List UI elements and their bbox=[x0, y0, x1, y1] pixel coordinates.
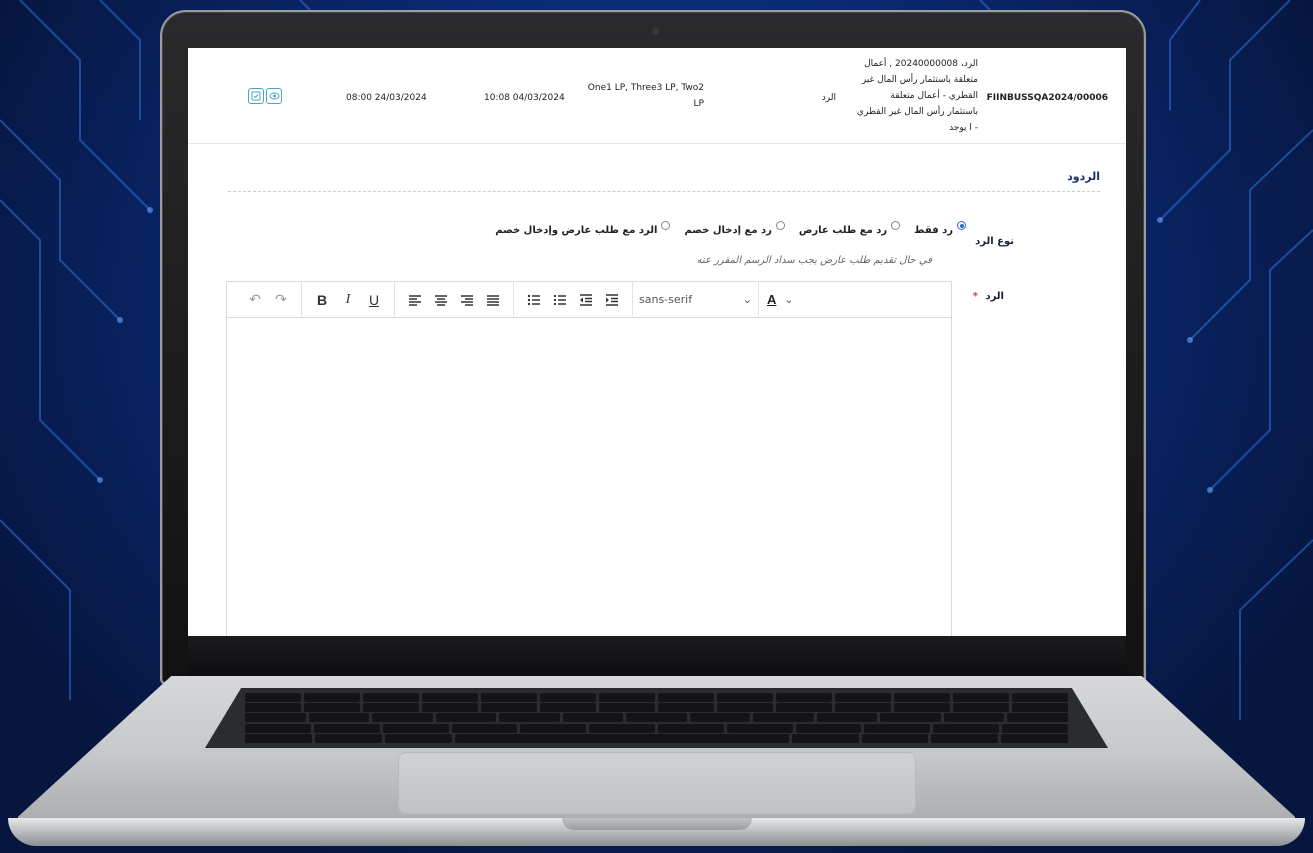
radio-label: رد مع إدخال خصم bbox=[684, 225, 772, 236]
check-square-icon[interactable] bbox=[248, 88, 264, 104]
case-type: الرد bbox=[821, 93, 836, 103]
chevron-down-icon: ⌄ bbox=[784, 293, 794, 306]
date-due: 08:00 24/03/2024 bbox=[346, 93, 427, 103]
chevron-down-icon: ⌄ bbox=[742, 293, 752, 306]
keyboard bbox=[205, 688, 1108, 748]
case-title: الرد، 20240000008 , أعمال متعلقة باستثما… bbox=[838, 56, 978, 136]
laptop-screen: FIINBUSSQA2024/00006 الرد، 20240000008 ,… bbox=[188, 48, 1126, 636]
redo-icon[interactable]: ↷ bbox=[269, 288, 293, 312]
case-title-line: متعلقة باستثمار رأس المال غير bbox=[861, 75, 978, 85]
reply-label-text: الرد bbox=[985, 291, 1004, 302]
section-title: الردود bbox=[1067, 170, 1100, 183]
undo-icon[interactable]: ↶ bbox=[243, 288, 267, 312]
case-reference-id: FIINBUSSQA2024/00006 bbox=[986, 93, 1108, 103]
italic-button[interactable]: I bbox=[336, 288, 360, 312]
case-title-line: - ا يوجد bbox=[949, 123, 978, 133]
eye-icon[interactable] bbox=[266, 88, 282, 104]
align-justify-icon[interactable] bbox=[481, 288, 505, 312]
radio-reply-with-defendant[interactable]: رد مع إدخال خصم bbox=[684, 221, 785, 236]
align-group bbox=[395, 281, 514, 318]
reply-type-label: نوع الرد bbox=[975, 236, 1014, 247]
align-left-icon[interactable] bbox=[403, 288, 427, 312]
fee-hint-text: في حال تقديم طلب عارض يجب سداد الرسم الم… bbox=[696, 255, 932, 266]
list-group bbox=[514, 281, 633, 318]
trackpad bbox=[398, 752, 916, 814]
font-family-value: sans-serif bbox=[639, 293, 693, 306]
radio-selected-icon[interactable] bbox=[957, 221, 966, 230]
rich-text-editor: ↶ ↷ B I U sans-serif ⌄ A ⌄ bbox=[226, 281, 952, 636]
editor-content-area[interactable] bbox=[227, 318, 951, 636]
reply-type-radio-group: رد فقط رد مع طلب عارض رد مع إدخال خصم ال… bbox=[495, 221, 966, 236]
laptop-notch bbox=[562, 818, 752, 830]
font-color-icon: A bbox=[767, 292, 777, 307]
editor-toolbar: ↶ ↷ B I U sans-serif ⌄ A ⌄ bbox=[227, 281, 951, 318]
align-right-icon[interactable] bbox=[455, 288, 479, 312]
history-group: ↶ ↷ bbox=[235, 281, 302, 318]
format-group: B I U bbox=[302, 281, 395, 318]
indent-icon[interactable] bbox=[600, 288, 624, 312]
row-actions bbox=[248, 88, 282, 104]
radio-label: الرد مع طلب عارض وإدخال خصم bbox=[495, 225, 658, 236]
section-divider bbox=[228, 191, 1100, 192]
radio-unselected-icon[interactable] bbox=[661, 221, 671, 230]
date-created: 10:08 04/03/2024 bbox=[484, 93, 565, 103]
radio-reply-only[interactable]: رد فقط bbox=[914, 221, 966, 236]
reply-label: الرد * bbox=[973, 291, 1004, 302]
numbered-list-icon[interactable] bbox=[548, 288, 572, 312]
font-family-select[interactable]: sans-serif ⌄ bbox=[633, 281, 759, 318]
case-title-line: القطري - أعمال متعلقة bbox=[890, 91, 978, 101]
radio-unselected-icon[interactable] bbox=[775, 221, 785, 230]
required-mark: * bbox=[972, 291, 978, 302]
screen-bezel-bottom bbox=[188, 636, 1126, 676]
outdent-icon[interactable] bbox=[574, 288, 598, 312]
radio-reply-with-request[interactable]: رد مع طلب عارض bbox=[798, 221, 901, 236]
radio-label: رد مع طلب عارض bbox=[798, 225, 888, 236]
case-title-line: باستثمار رأس المال غير القطري bbox=[856, 107, 978, 117]
case-header-row[interactable]: FIINBUSSQA2024/00006 الرد، 20240000008 ,… bbox=[188, 48, 1126, 144]
radio-reply-with-request-and-defendant[interactable]: الرد مع طلب عارض وإدخال خصم bbox=[495, 221, 671, 236]
radio-label: رد فقط bbox=[914, 225, 953, 236]
align-center-icon[interactable] bbox=[429, 288, 453, 312]
case-title-line: الرد، 20240000008 , أعمال bbox=[864, 59, 978, 69]
case-parties: One1 LP, Three3 LP, Two2 LP bbox=[587, 83, 704, 109]
radio-unselected-icon[interactable] bbox=[891, 221, 901, 230]
underline-button[interactable]: U bbox=[362, 288, 386, 312]
bold-button[interactable]: B bbox=[310, 288, 334, 312]
camera-icon bbox=[652, 28, 659, 35]
font-color-button[interactable]: A ⌄ bbox=[759, 292, 802, 307]
bullet-list-icon[interactable] bbox=[522, 288, 546, 312]
